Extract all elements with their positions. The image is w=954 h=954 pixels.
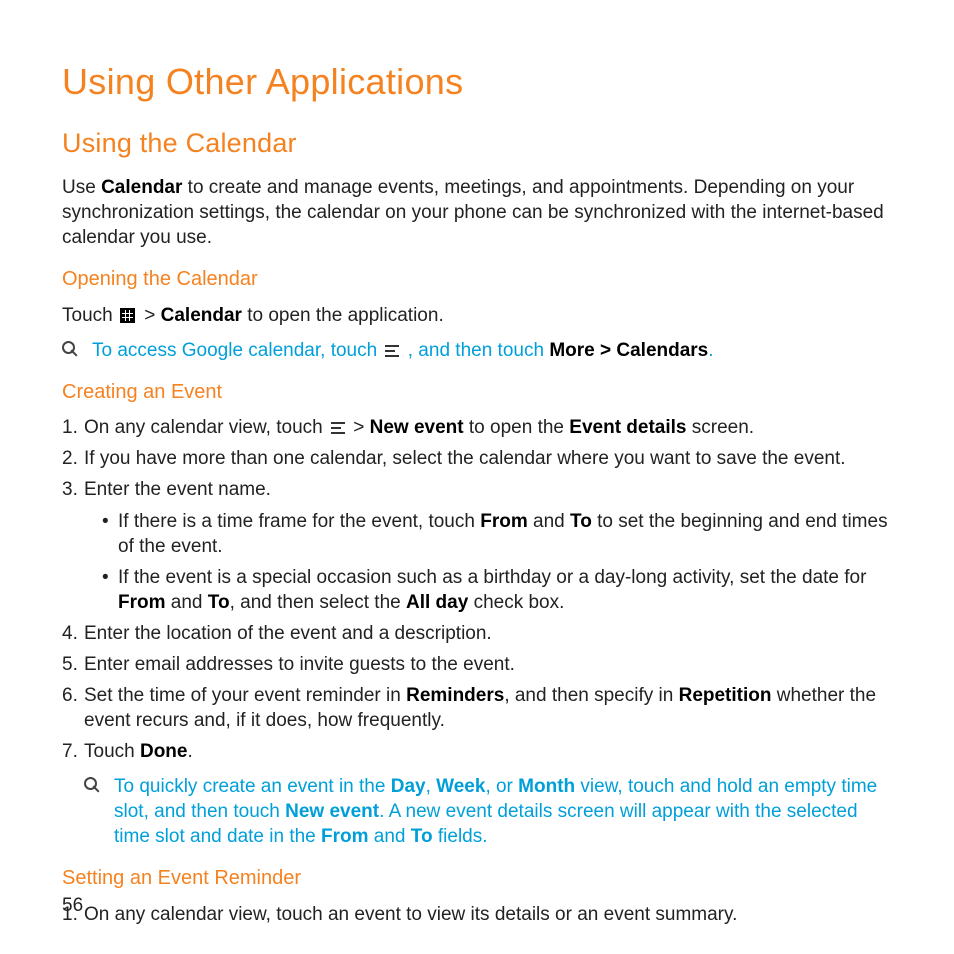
- opening-line: Touch > Calendar to open the application…: [62, 303, 892, 328]
- bold-text: Done: [140, 741, 188, 762]
- text: Use: [62, 177, 101, 198]
- text: On any calendar view, touch an event to …: [84, 904, 737, 925]
- text: To access Google calendar, touch: [92, 340, 382, 361]
- text: .: [708, 340, 713, 361]
- bold-text: All day: [406, 592, 468, 613]
- text: to create and manage events, meetings, a…: [62, 177, 884, 248]
- section-heading-opening: Opening the Calendar: [62, 266, 892, 292]
- text: and: [369, 826, 411, 847]
- bold-blue-text: From: [321, 826, 369, 847]
- list-item: 4. Enter the location of the event and a…: [62, 621, 892, 646]
- menu-icon: [331, 422, 345, 434]
- list-number: 6.: [62, 683, 78, 708]
- tip-text: To access Google calendar, touch , and t…: [92, 338, 892, 363]
- bold-text: Reminders: [406, 685, 504, 706]
- reminder-list: 1. On any calendar view, touch an event …: [62, 902, 892, 927]
- list-number: 5.: [62, 652, 78, 677]
- tip-block: To access Google calendar, touch , and t…: [62, 338, 892, 363]
- bold-text: From: [118, 592, 166, 613]
- list-item: 1. On any calendar view, touch an event …: [62, 902, 892, 927]
- bold-text: From: [480, 511, 528, 532]
- list-item: 7. Touch Done.: [62, 739, 892, 764]
- magnifier-tip-icon: [84, 777, 102, 795]
- page-heading-1: Using Other Applications: [62, 58, 892, 106]
- list-item: 3. Enter the event name. If there is a t…: [62, 477, 892, 614]
- bold-text: Calendar: [101, 177, 182, 198]
- text: , or: [485, 776, 518, 797]
- text: If there is a time frame for the event, …: [118, 511, 480, 532]
- text: screen.: [687, 417, 755, 438]
- bold-text: Calendar: [161, 305, 242, 326]
- text: check box.: [468, 592, 564, 613]
- text: If you have more than one calendar, sele…: [84, 448, 846, 469]
- text: Enter the location of the event and a de…: [84, 623, 492, 644]
- bold-text: To: [208, 592, 230, 613]
- tip-text: To quickly create an event in the Day, W…: [114, 774, 892, 849]
- text: Enter email addresses to invite guests t…: [84, 654, 515, 675]
- menu-icon: [385, 345, 399, 357]
- bold-text: New event: [370, 417, 464, 438]
- tip-block: To quickly create an event in the Day, W…: [62, 774, 892, 849]
- bold-text: More: [549, 340, 594, 361]
- list-number: 3.: [62, 477, 78, 502]
- text: >: [348, 417, 370, 438]
- text: and: [528, 511, 570, 532]
- text: Touch: [84, 741, 140, 762]
- list-number: 2.: [62, 446, 78, 471]
- text: >: [139, 305, 161, 326]
- text: fields.: [433, 826, 488, 847]
- bold-blue-text: Month: [518, 776, 575, 797]
- list-number: 4.: [62, 621, 78, 646]
- text: On any calendar view, touch: [84, 417, 328, 438]
- bold-text: Repetition: [679, 685, 772, 706]
- bold-blue-text: Week: [436, 776, 485, 797]
- bold-text: To: [570, 511, 592, 532]
- bold-blue-text: To: [411, 826, 433, 847]
- bold-text: Event details: [569, 417, 686, 438]
- list-number: 7.: [62, 739, 78, 764]
- section-heading-reminder: Setting an Event Reminder: [62, 865, 892, 891]
- list-item: 6. Set the time of your event reminder i…: [62, 683, 892, 733]
- text: Set the time of your event reminder in: [84, 685, 406, 706]
- text: .: [187, 741, 192, 762]
- list-item: 2. If you have more than one calendar, s…: [62, 446, 892, 471]
- sub-list-item: If there is a time frame for the event, …: [102, 509, 892, 559]
- creating-event-list: 1. On any calendar view, touch > New eve…: [62, 415, 892, 764]
- page-number: 56: [62, 893, 83, 918]
- text: To quickly create an event in the: [114, 776, 391, 797]
- text: , and then select the: [230, 592, 406, 613]
- bold-blue-text: Day: [391, 776, 426, 797]
- list-number: 1.: [62, 415, 78, 440]
- magnifier-tip-icon: [62, 341, 80, 359]
- text: to open the: [464, 417, 570, 438]
- text: ,: [426, 776, 437, 797]
- list-item: 5. Enter email addresses to invite guest…: [62, 652, 892, 677]
- text: Touch: [62, 305, 118, 326]
- text: , and then specify in: [504, 685, 678, 706]
- text: If the event is a special occasion such …: [118, 567, 866, 588]
- text: Enter the event name.: [84, 479, 271, 500]
- text: and: [166, 592, 208, 613]
- text: , and then touch: [402, 340, 549, 361]
- intro-paragraph: Use Calendar to create and manage events…: [62, 175, 892, 250]
- page-heading-2: Using the Calendar: [62, 126, 892, 162]
- list-item: 1. On any calendar view, touch > New eve…: [62, 415, 892, 440]
- bold-blue-text: New event: [285, 801, 379, 822]
- sub-list: If there is a time frame for the event, …: [84, 509, 892, 615]
- apps-grid-icon: [120, 308, 135, 323]
- bold-text: >: [595, 340, 617, 361]
- bold-text: Calendars: [616, 340, 708, 361]
- section-heading-creating: Creating an Event: [62, 379, 892, 405]
- sub-list-item: If the event is a special occasion such …: [102, 565, 892, 615]
- text: to open the application.: [242, 305, 444, 326]
